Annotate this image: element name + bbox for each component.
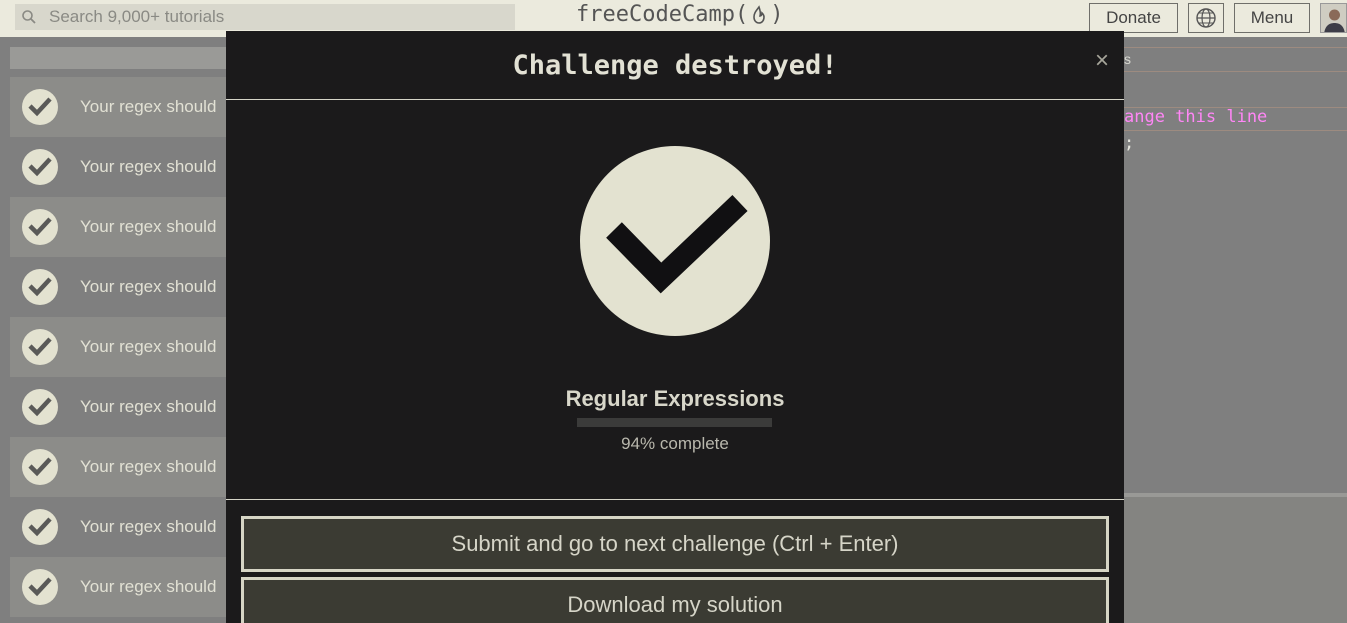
success-check-icon	[580, 146, 770, 336]
search-icon	[22, 10, 36, 24]
check-circle-icon	[22, 569, 58, 605]
check-circle-icon	[22, 269, 58, 305]
test-text: Your regex should	[80, 97, 217, 116]
check-circle-icon	[22, 449, 58, 485]
completion-modal: Challenge destroyed! × Regular Expressio…	[226, 31, 1124, 623]
check-circle-icon	[22, 509, 58, 545]
test-item: Your regex should	[10, 77, 226, 137]
modal-header: Challenge destroyed! ×	[226, 31, 1124, 100]
menu-button[interactable]: Menu	[1234, 3, 1310, 33]
test-text: Your regex should	[80, 337, 217, 356]
test-text: Your regex should	[80, 397, 217, 416]
test-item: Your regex should	[10, 437, 226, 497]
editor-panel: s ange this line ;	[1124, 37, 1347, 623]
test-item: Your regex should	[10, 497, 226, 557]
search-bar[interactable]	[15, 4, 515, 30]
test-panel-header	[10, 47, 226, 69]
download-solution-button[interactable]: Download my solution	[241, 577, 1109, 623]
search-input[interactable]	[49, 7, 489, 27]
check-circle-icon	[22, 89, 58, 125]
donate-button[interactable]: Donate	[1089, 3, 1178, 33]
editor-tab-fragment: s	[1124, 51, 1131, 67]
code-comment: ange this line	[1124, 107, 1268, 127]
test-text: Your regex should	[80, 157, 217, 176]
test-text: Your regex should	[80, 577, 217, 596]
check-circle-icon	[22, 389, 58, 425]
flame-icon	[753, 4, 765, 24]
user-avatar-icon	[1321, 4, 1346, 32]
progress-bar	[577, 418, 772, 427]
certification-title: Regular Expressions	[565, 386, 785, 411]
test-item: Your regex should	[10, 557, 226, 617]
progress-fill	[577, 418, 761, 427]
submit-next-button[interactable]: Submit and go to next challenge (Ctrl + …	[241, 516, 1109, 572]
editor-highlight-bottom	[1124, 130, 1347, 131]
language-button[interactable]	[1188, 3, 1224, 33]
close-button[interactable]: ×	[1095, 47, 1109, 75]
logo-text: freeCodeCamp(	[576, 2, 749, 27]
check-circle-icon	[22, 209, 58, 245]
test-text: Your regex should	[80, 517, 217, 536]
code-semicolon: ;	[1124, 133, 1135, 153]
editor-divider	[1124, 71, 1347, 72]
console-panel	[1124, 493, 1347, 623]
test-item: Your regex should	[10, 317, 226, 377]
test-item: Your regex should	[10, 377, 226, 437]
modal-body: Regular Expressions 94% complete	[226, 100, 1124, 500]
editor-divider	[1124, 47, 1347, 48]
avatar[interactable]	[1320, 3, 1347, 33]
fcc-logo[interactable]: freeCodeCamp( )	[576, 2, 783, 27]
test-item: Your regex should	[10, 137, 226, 197]
progress-label: 94% complete	[621, 434, 729, 453]
test-text: Your regex should	[80, 457, 217, 476]
test-item: Your regex should	[10, 257, 226, 317]
check-circle-icon	[22, 329, 58, 365]
test-list: Your regex should Your regex should Your r…	[10, 77, 226, 617]
test-text: Your regex should	[80, 217, 217, 236]
logo-close: )	[770, 2, 784, 27]
globe-icon	[1196, 8, 1216, 28]
modal-title: Challenge destroyed!	[512, 49, 838, 81]
test-item: Your regex should	[10, 197, 226, 257]
test-text: Your regex should	[80, 277, 217, 296]
check-circle-icon	[22, 149, 58, 185]
test-panel: Your regex should Your regex should Your r…	[0, 37, 226, 623]
